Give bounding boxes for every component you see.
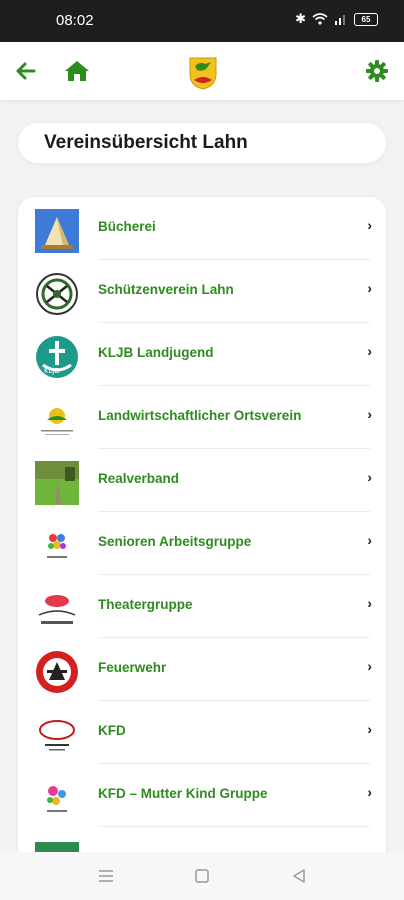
kljb-logo: KLJB	[36, 336, 78, 378]
list-item-label: KFD	[98, 723, 126, 738]
triangle-back-icon[interactable]	[289, 866, 309, 886]
title-card: Vereinsübersicht Lahn	[18, 123, 386, 163]
list-item[interactable]: Landwirtschaftlicher Ortsverein ›	[18, 386, 386, 449]
list-item[interactable]: Theatergruppe ›	[18, 575, 386, 638]
list-item-label: Realverband	[98, 471, 180, 486]
chevron-right-icon: ›	[367, 217, 372, 233]
list-item-label: Bücherei	[98, 219, 156, 234]
library-image	[35, 209, 79, 253]
chevron-right-icon: ›	[367, 406, 372, 422]
app-bar	[0, 42, 404, 100]
page-title: Vereinsübersicht Lahn	[44, 132, 248, 153]
coat-of-arms-logo	[189, 57, 217, 90]
agriculture-logo	[35, 398, 79, 442]
wifi-icon	[312, 13, 328, 25]
list-item[interactable]: Realverband ›	[18, 449, 386, 512]
chevron-right-icon: ›	[367, 343, 372, 359]
seniors-logo	[35, 524, 79, 568]
field-image	[35, 461, 79, 505]
settings-button[interactable]	[362, 56, 392, 86]
system-nav-bar	[0, 852, 404, 900]
status-time: 08:02	[56, 12, 94, 29]
battery-icon: 65	[354, 12, 378, 26]
chevron-right-icon: ›	[367, 658, 372, 674]
gear-icon	[366, 60, 388, 82]
chevron-right-icon: ›	[367, 595, 372, 611]
list-item[interactable]: KLJB KLJB Landjugend ›	[18, 323, 386, 386]
theater-logo	[35, 587, 79, 631]
status-icons: ✱ 65	[295, 11, 378, 27]
shooting-club-logo	[36, 273, 78, 315]
club-list: Bücherei › Schützenverein Lahn › KLJB KL…	[18, 197, 386, 857]
list-item[interactable]: Bücherei ›	[18, 197, 386, 260]
home-icon	[65, 61, 89, 81]
kfd-logo	[35, 713, 79, 757]
arrow-left-icon	[16, 62, 36, 80]
list-item[interactable]: KFD – Mutter Kind Gruppe ›	[18, 764, 386, 827]
list-item[interactable]: KFD ›	[18, 701, 386, 764]
list-item-label: Theatergruppe	[98, 597, 193, 612]
list-item-label: Landwirtschaftlicher Ortsverein	[98, 408, 302, 423]
mother-child-logo	[35, 776, 79, 820]
home-button[interactable]	[62, 56, 92, 86]
chevron-right-icon: ›	[367, 532, 372, 548]
chevron-right-icon: ›	[367, 784, 372, 800]
list-item[interactable]: Feuerwehr ›	[18, 638, 386, 701]
list-item[interactable]: Schützenverein Lahn ›	[18, 260, 386, 323]
list-item-label: Feuerwehr	[98, 660, 167, 675]
svg-text:KLJB: KLJB	[44, 367, 60, 375]
list-item-label: KFD – Mutter Kind Gruppe	[98, 786, 268, 801]
signal-icon	[335, 15, 345, 25]
chevron-right-icon: ›	[367, 721, 372, 737]
list-item-label: Schützenverein Lahn	[98, 282, 234, 297]
fire-brigade-logo	[36, 651, 78, 693]
list-item-label: KLJB Landjugend	[98, 345, 214, 360]
list-item-label: Senioren Arbeitsgruppe	[98, 534, 252, 549]
status-bar: 08:02 ✱ 65	[0, 0, 404, 42]
back-button[interactable]	[11, 56, 41, 86]
chevron-right-icon: ›	[367, 280, 372, 296]
list-item[interactable]: Senioren Arbeitsgruppe ›	[18, 512, 386, 575]
chevron-right-icon: ›	[367, 469, 372, 485]
bluetooth-icon: ✱	[295, 11, 306, 26]
menu-icon[interactable]	[96, 866, 116, 886]
square-icon[interactable]	[192, 866, 212, 886]
